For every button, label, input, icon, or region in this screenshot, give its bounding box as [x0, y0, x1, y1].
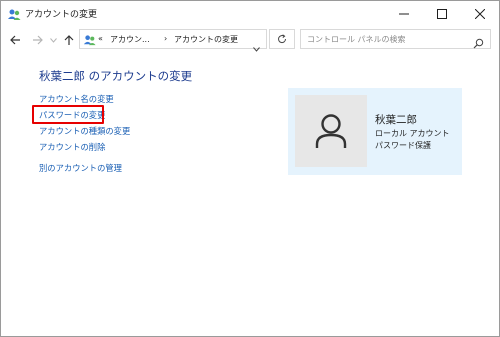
address-bar[interactable]: « アカウン... › アカウントの変更 — [79, 29, 267, 52]
account-card: 秋葉二郎 ローカル アカウント パスワード保護 — [288, 88, 462, 175]
delete-account-link[interactable]: アカウントの削除 — [39, 141, 105, 153]
up-arrow-icon — [64, 34, 74, 45]
user-accounts-icon — [7, 7, 21, 21]
minimize-icon — [399, 13, 409, 15]
close-icon — [475, 9, 485, 19]
chevron-down-icon — [49, 37, 57, 43]
chevron-down-icon — [253, 47, 260, 52]
user-accounts-icon — [83, 32, 96, 51]
breadcrumb-separator[interactable]: › — [164, 34, 167, 43]
close-button[interactable] — [461, 1, 499, 27]
recent-locations-button[interactable] — [45, 31, 61, 49]
search-input[interactable]: コントロール パネルの検索 — [300, 29, 491, 49]
user-silhouette-icon — [315, 114, 347, 148]
maximize-button[interactable] — [423, 1, 461, 27]
back-arrow-icon — [9, 35, 20, 45]
page-title: 秋葉二郎 のアカウントの変更 — [39, 69, 193, 83]
breadcrumb-item-user-accounts[interactable]: アカウン... — [110, 34, 150, 45]
change-account-type-link[interactable]: アカウントの種類の変更 — [39, 125, 130, 137]
breadcrumb-item-current[interactable]: アカウントの変更 — [174, 34, 238, 45]
search-icon[interactable] — [473, 34, 484, 53]
address-dropdown-button[interactable] — [253, 37, 260, 56]
back-button[interactable] — [7, 31, 23, 49]
change-account-name-link[interactable]: アカウント名の変更 — [39, 93, 114, 105]
account-name: 秋葉二郎 — [375, 114, 417, 126]
window-title: アカウントの変更 — [25, 10, 98, 20]
up-button[interactable] — [61, 31, 77, 49]
minimize-button[interactable] — [385, 1, 423, 27]
account-type: ローカル アカウント — [375, 129, 450, 138]
manage-another-account-link[interactable]: 別のアカウントの管理 — [39, 162, 122, 174]
avatar — [295, 95, 367, 167]
refresh-button[interactable] — [269, 29, 295, 49]
control-panel-window: アカウントの変更 « アカウン... › アカウントの変更 コントロール パネル… — [0, 0, 500, 337]
breadcrumb-overflow[interactable]: « — [98, 34, 103, 43]
account-status: パスワード保護 — [375, 141, 431, 150]
maximize-icon — [437, 9, 447, 19]
forward-arrow-icon — [32, 35, 43, 45]
search-placeholder: コントロール パネルの検索 — [307, 35, 406, 44]
forward-button[interactable] — [29, 31, 45, 49]
refresh-icon — [278, 34, 287, 44]
highlight-box — [32, 105, 104, 124]
title-bar: アカウントの変更 — [1, 1, 499, 27]
